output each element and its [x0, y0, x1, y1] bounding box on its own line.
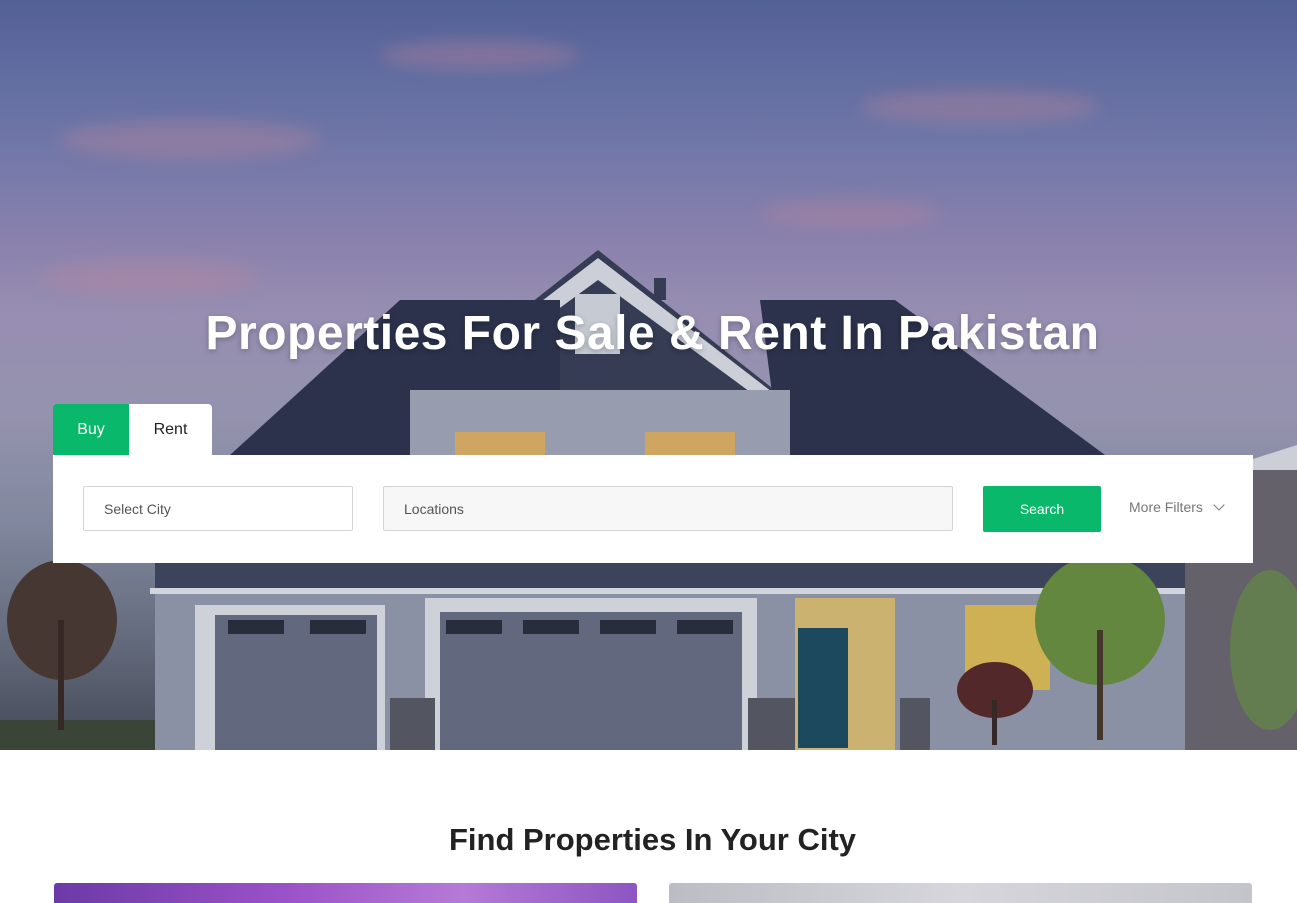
locations-placeholder: Locations — [404, 500, 464, 517]
more-filters-toggle[interactable]: More Filters — [1129, 499, 1225, 515]
select-city-placeholder: Select City — [104, 500, 171, 517]
section-title: Find Properties In Your City — [448, 822, 857, 857]
hero-overlay — [0, 0, 1297, 750]
more-filters-label: More Filters — [1129, 499, 1203, 515]
select-city-dropdown[interactable]: Select City — [83, 486, 353, 531]
tab-rent[interactable]: Rent — [129, 404, 212, 455]
tab-buy[interactable]: Buy — [53, 404, 129, 455]
city-card[interactable] — [54, 883, 637, 903]
search-button[interactable]: Search — [983, 486, 1101, 532]
chevron-down-icon — [1213, 499, 1225, 511]
search-tabs: Buy Rent — [53, 404, 212, 455]
locations-input[interactable]: Locations — [383, 486, 953, 531]
city-card[interactable] — [669, 883, 1252, 903]
search-panel: Select City Locations Search More Filter… — [53, 455, 1253, 563]
hero-banner — [0, 0, 1297, 750]
hero-title: Properties For Sale & Rent In Pakistan — [205, 307, 1100, 360]
